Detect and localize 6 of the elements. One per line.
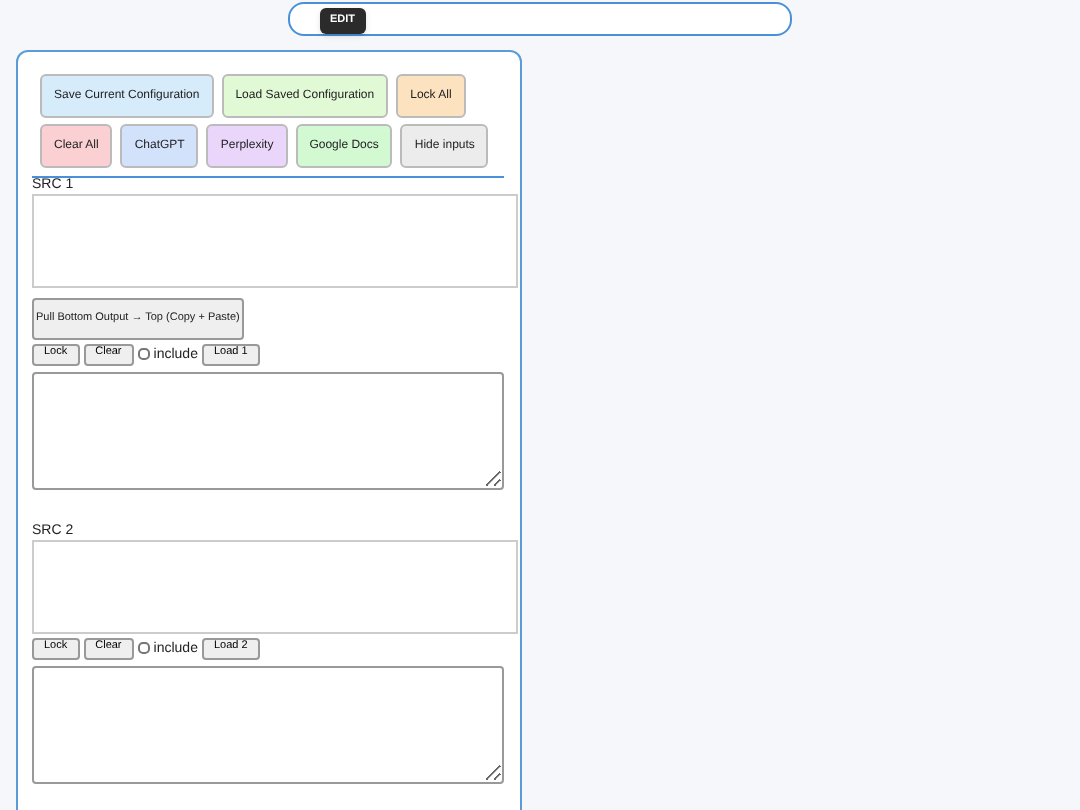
output-area[interactable] — [32, 371, 504, 490]
source-input[interactable] — [32, 539, 518, 634]
include-checkbox[interactable] — [137, 642, 150, 655]
output-area[interactable] — [32, 665, 504, 784]
include-checkbox[interactable] — [137, 348, 150, 361]
source-input[interactable] — [32, 194, 518, 288]
